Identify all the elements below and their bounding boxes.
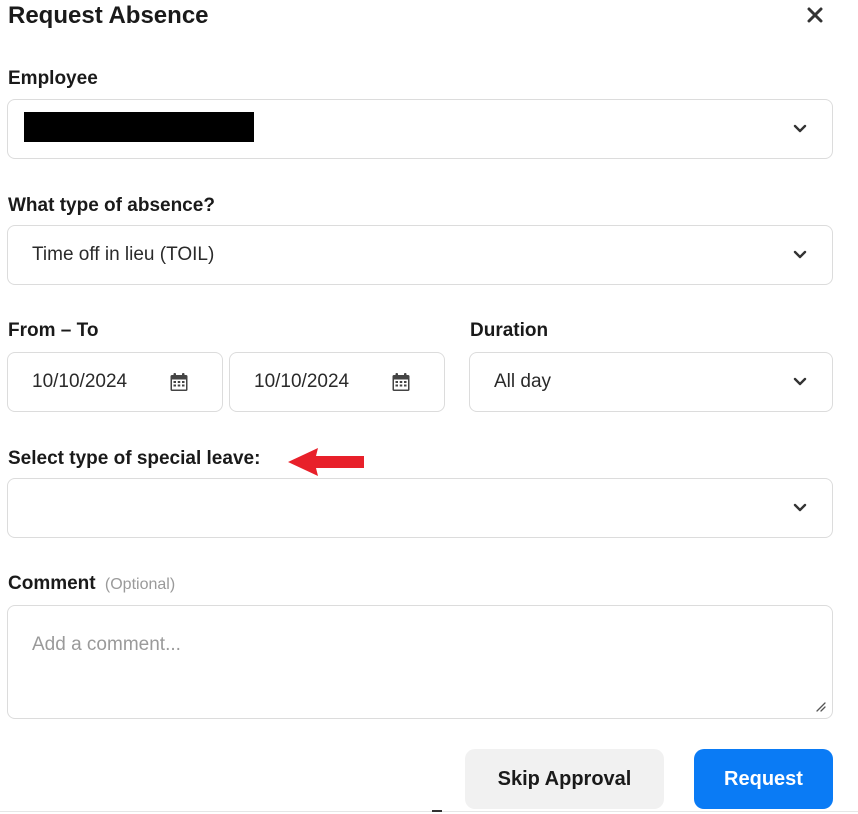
chevron-down-icon [790,372,810,392]
comment-textarea[interactable]: Add a comment... [7,605,833,719]
comment-optional-hint: (Optional) [104,576,176,593]
absence-type-select[interactable]: Time off in lieu (TOIL) [7,225,833,285]
absence-type-label: What type of absence? [8,195,215,216]
comment-label: Comment (Optional) [8,573,175,595]
comment-label-text: Comment [8,573,96,594]
chevron-down-icon [790,498,810,518]
chevron-down-icon [790,245,810,265]
skip-approval-button[interactable]: Skip Approval [465,749,664,809]
divider [0,811,858,812]
special-leave-label: Select type of special leave: [8,448,261,469]
request-button[interactable]: Request [694,749,833,809]
to-date-input[interactable]: 10/10/2024 [229,352,445,412]
calendar-icon[interactable] [390,371,412,393]
special-leave-select[interactable] [7,478,833,538]
employee-label: Employee [8,68,98,89]
duration-label: Duration [470,320,549,341]
duration-value: All day [494,371,552,392]
dialog-title: Request Absence [8,2,209,29]
calendar-icon[interactable] [168,371,190,393]
scroll-indicator [432,810,442,812]
chevron-down-icon [790,119,810,139]
from-date-value: 10/10/2024 [32,371,128,392]
employee-select[interactable] [7,99,833,159]
resize-handle-icon[interactable] [814,700,826,712]
duration-select[interactable]: All day [469,352,833,412]
close-icon [807,7,823,23]
absence-type-value: Time off in lieu (TOIL) [32,244,215,265]
to-date-value: 10/10/2024 [254,371,350,392]
close-button[interactable] [800,0,830,30]
from-date-input[interactable]: 10/10/2024 [7,352,223,412]
red-arrow-icon [288,448,364,476]
comment-placeholder: Add a comment... [32,634,181,655]
date-range-label: From – To [8,320,99,341]
redacted-employee-name [24,112,254,142]
